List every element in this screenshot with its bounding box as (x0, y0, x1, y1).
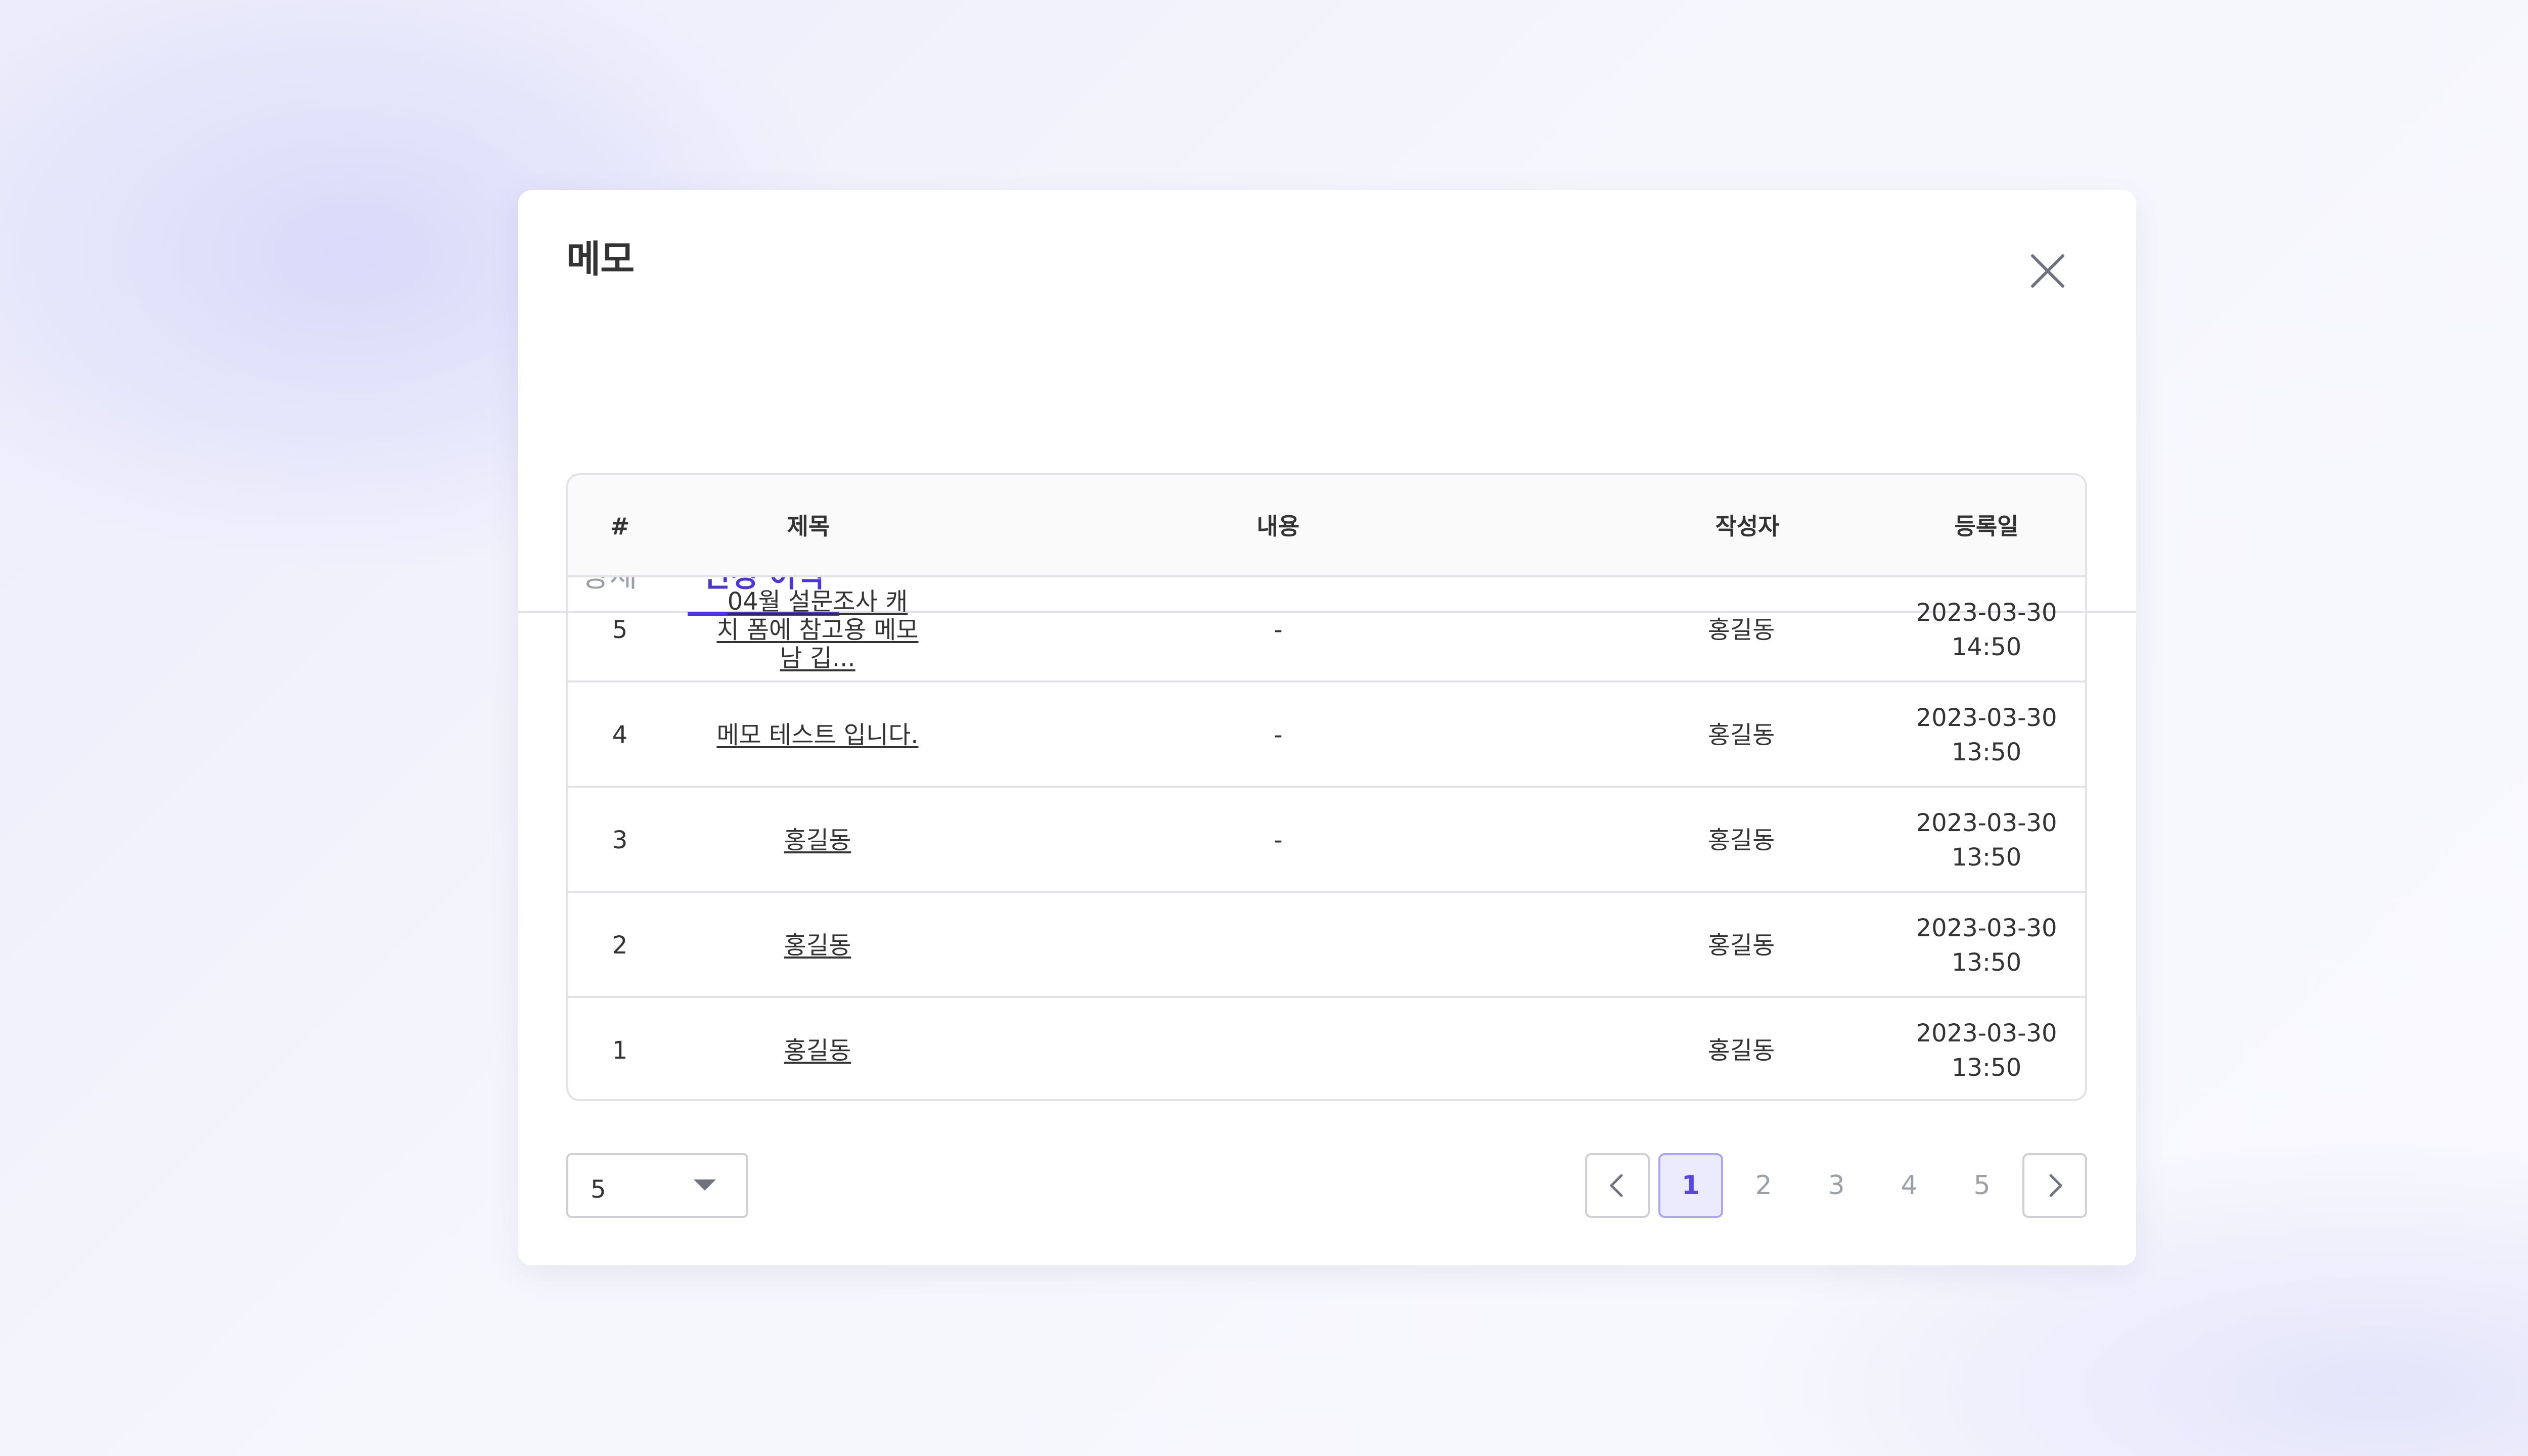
page-size-select[interactable]: 5 (566, 1153, 748, 1218)
row-title-link[interactable]: 홍길동 (716, 998, 919, 1099)
header-content: 내용 (1256, 513, 1300, 540)
row-number: 4 (612, 721, 628, 749)
row-title-link[interactable]: 메모 테스트 입니다. (716, 682, 919, 788)
row-number: 2 (612, 931, 628, 960)
page-1-button[interactable]: 1 (1658, 1153, 1723, 1218)
row-number: 3 (612, 826, 628, 854)
caret-down-icon (694, 1179, 716, 1191)
header-number: # (610, 513, 630, 540)
close-button[interactable] (2022, 246, 2073, 296)
row-content: - (1274, 826, 1283, 854)
table-row: 5 04월 설문조사 캐치 폼에 참고용 메모남 깁... - 홍길동 2023… (568, 577, 2085, 682)
close-icon (2031, 254, 2064, 288)
row-author: 홍길동 (1707, 826, 1775, 854)
page-2-button[interactable]: 2 (1731, 1153, 1796, 1218)
table-row: 1 홍길동 홍길동 2023-03-30 13:50 (568, 998, 2085, 1099)
page-5-button[interactable]: 5 (1950, 1153, 2014, 1218)
modal-title: 메모 (566, 238, 635, 281)
row-title-link[interactable]: 홍길동 (716, 788, 919, 893)
row-date: 2023-03-30 13:50 (1916, 704, 2057, 766)
row-author: 홍길동 (1707, 721, 1775, 749)
row-author: 홍길동 (1707, 931, 1775, 960)
next-page-button[interactable] (2022, 1153, 2087, 1218)
row-date: 2023-03-30 13:50 (1916, 809, 2057, 872)
row-title-link[interactable]: 04월 설문조사 캐치 폼에 참고용 메모남 깁... (716, 577, 919, 682)
header-title: 제목 (787, 513, 830, 540)
memo-modal: 메모 상세 변경 이력 # 제목 내용 작성자 등록일 5 04월 설문조사 캐… (518, 190, 2136, 1265)
header-date: 등록일 (1954, 513, 2019, 540)
row-date: 2023-03-30 13:50 (1916, 914, 2057, 977)
row-author: 홍길동 (1707, 1036, 1775, 1065)
table-row: 2 홍길동 홍길동 2023-03-30 13:50 (568, 893, 2085, 998)
row-number: 1 (612, 1036, 628, 1065)
prev-page-button[interactable] (1585, 1153, 1650, 1218)
page-size-value: 5 (591, 1175, 606, 1204)
row-number: 5 (612, 616, 628, 644)
row-title-link[interactable]: 홍길동 (716, 893, 919, 998)
page-3-button[interactable]: 3 (1804, 1153, 1869, 1218)
header-author: 작성자 (1715, 513, 1780, 540)
row-content: - (1274, 721, 1283, 749)
row-date: 2023-03-30 13:50 (1916, 1019, 2057, 1082)
row-content: - (1274, 616, 1283, 644)
history-table: # 제목 내용 작성자 등록일 5 04월 설문조사 캐치 폼에 참고용 메모남… (566, 473, 2087, 1101)
page-4-button[interactable]: 4 (1877, 1153, 1942, 1218)
table-row: 3 홍길동 - 홍길동 2023-03-30 13:50 (568, 788, 2085, 893)
chevron-right-icon (2049, 1174, 2062, 1197)
table-row: 4 메모 테스트 입니다. - 홍길동 2023-03-30 13:50 (568, 682, 2085, 788)
table-header: # 제목 내용 작성자 등록일 (568, 475, 2085, 577)
chevron-left-icon (1610, 1174, 1623, 1197)
row-date: 2023-03-30 14:50 (1916, 599, 2057, 661)
row-author: 홍길동 (1707, 616, 1775, 644)
